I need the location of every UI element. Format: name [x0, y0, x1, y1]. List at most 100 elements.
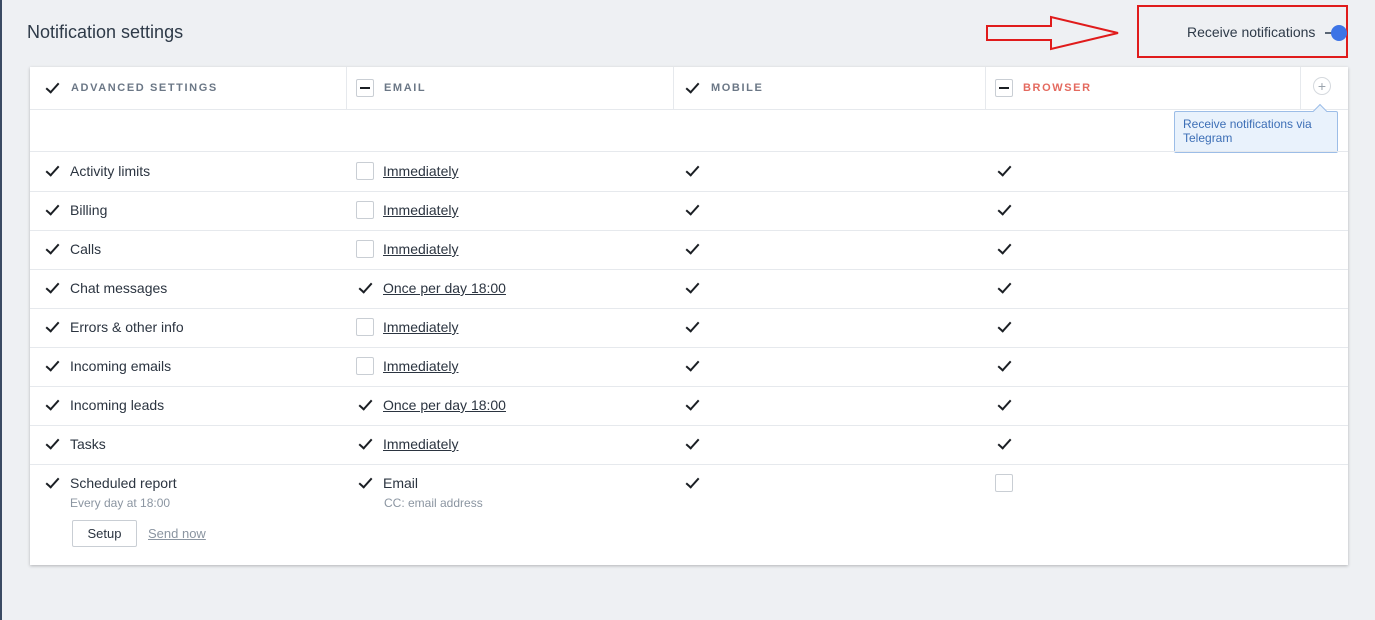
header-mobile-label: MOBILE [711, 82, 764, 94]
email-checkbox[interactable] [356, 201, 374, 219]
event-label: Incoming emails [70, 358, 172, 374]
toggle-knob [1331, 25, 1347, 41]
event-label: Incoming leads [70, 397, 165, 413]
event-enabled-checkbox[interactable] [43, 201, 61, 219]
event-enabled-checkbox[interactable] [43, 435, 61, 453]
email-all-checkbox[interactable] [356, 79, 374, 97]
event-enabled-checkbox[interactable] [43, 396, 61, 414]
email-frequency-link[interactable]: Immediately [383, 436, 458, 452]
browser-cell [995, 240, 1013, 258]
setup-button[interactable]: Setup [72, 520, 137, 547]
event-enabled-checkbox[interactable] [43, 162, 61, 180]
header-advanced: ADVANCED SETTINGS [43, 79, 218, 97]
mobile-cell [683, 240, 701, 258]
report-cell: Scheduled report [43, 474, 177, 492]
event-enabled-checkbox[interactable] [43, 318, 61, 336]
report-cc: CC: email address [384, 496, 483, 510]
browser-checkbox[interactable] [995, 162, 1013, 180]
event-enabled-checkbox[interactable] [43, 357, 61, 375]
add-channel-button[interactable]: + [1313, 77, 1331, 95]
mobile-checkbox[interactable] [683, 162, 701, 180]
browser-all-checkbox[interactable] [995, 79, 1013, 97]
event-cell: Billing [43, 201, 107, 219]
email-frequency-link[interactable]: Immediately [383, 241, 458, 257]
send-now-link[interactable]: Send now [148, 526, 206, 541]
event-cell: Calls [43, 240, 101, 258]
browser-checkbox[interactable] [995, 435, 1013, 453]
event-enabled-checkbox[interactable] [43, 279, 61, 297]
report-mobile-cell [683, 474, 701, 492]
column-divider [985, 67, 986, 109]
window-edge [0, 0, 2, 620]
browser-checkbox[interactable] [995, 318, 1013, 336]
table-row: Chat messages Once per day 18:00 [30, 269, 1348, 309]
event-cell: Incoming emails [43, 357, 171, 375]
email-checkbox[interactable] [356, 357, 374, 375]
email-frequency-link[interactable]: Immediately [383, 319, 458, 335]
table-row: Incoming leads Once per day 18:00 [30, 386, 1348, 426]
email-cell: Immediately [356, 240, 458, 258]
browser-cell [995, 396, 1013, 414]
mobile-checkbox[interactable] [683, 279, 701, 297]
browser-cell [995, 318, 1013, 336]
mobile-checkbox[interactable] [683, 240, 701, 258]
email-checkbox[interactable] [356, 240, 374, 258]
email-frequency-link[interactable]: Immediately [383, 358, 458, 374]
mobile-checkbox[interactable] [683, 357, 701, 375]
receive-notifications-label: Receive notifications [1187, 24, 1316, 40]
email-cell: Immediately [356, 318, 458, 336]
report-browser-checkbox[interactable] [995, 474, 1013, 492]
mobile-cell [683, 318, 701, 336]
email-cell: Immediately [356, 201, 458, 219]
table-row: Activity limits Immediately [30, 152, 1348, 192]
select-all-checkbox[interactable] [43, 79, 61, 97]
browser-checkbox[interactable] [995, 396, 1013, 414]
receive-notifications-toggle[interactable] [1325, 25, 1347, 41]
browser-checkbox[interactable] [995, 279, 1013, 297]
email-checkbox[interactable] [356, 435, 374, 453]
email-frequency-link[interactable]: Once per day 18:00 [383, 397, 506, 413]
header-email-label: EMAIL [384, 82, 427, 94]
report-mobile-checkbox[interactable] [683, 474, 701, 492]
table-header: ADVANCED SETTINGS EMAIL MOBILE BROWSER + [30, 67, 1348, 110]
email-checkbox[interactable] [356, 279, 374, 297]
report-email-checkbox[interactable] [356, 474, 374, 492]
event-cell: Errors & other info [43, 318, 184, 336]
email-checkbox[interactable] [356, 318, 374, 336]
table-row: Billing Immediately [30, 191, 1348, 231]
mobile-cell [683, 357, 701, 375]
event-label: Tasks [70, 436, 106, 452]
email-frequency-link[interactable]: Immediately [383, 163, 458, 179]
mobile-checkbox[interactable] [683, 435, 701, 453]
mobile-cell [683, 201, 701, 219]
report-email-label: Email [383, 475, 419, 491]
email-cell: Immediately [356, 357, 458, 375]
header-advanced-label: ADVANCED SETTINGS [71, 82, 218, 94]
email-frequency-link[interactable]: Immediately [383, 202, 458, 218]
email-checkbox[interactable] [356, 396, 374, 414]
mobile-checkbox[interactable] [683, 201, 701, 219]
mobile-cell [683, 396, 701, 414]
report-label: Scheduled report [70, 475, 177, 491]
column-divider [673, 67, 674, 109]
email-cell: Immediately [356, 435, 458, 453]
annotation-arrow [986, 15, 1119, 51]
receive-notifications-panel: Receive notifications [1137, 5, 1348, 58]
event-enabled-checkbox[interactable] [43, 240, 61, 258]
mobile-all-checkbox[interactable] [683, 79, 701, 97]
table-row: Calls Immediately [30, 230, 1348, 270]
event-label: Billing [70, 202, 108, 218]
email-frequency-link[interactable]: Once per day 18:00 [383, 280, 506, 296]
email-checkbox[interactable] [356, 162, 374, 180]
report-enabled-checkbox[interactable] [43, 474, 61, 492]
browser-cell [995, 435, 1013, 453]
notification-table: ADVANCED SETTINGS EMAIL MOBILE BROWSER +… [30, 67, 1348, 565]
table-row: Incoming emails Immediately [30, 347, 1348, 387]
mobile-checkbox[interactable] [683, 396, 701, 414]
browser-checkbox[interactable] [995, 357, 1013, 375]
table-row: Tasks Immediately [30, 425, 1348, 465]
browser-cell [995, 201, 1013, 219]
mobile-checkbox[interactable] [683, 318, 701, 336]
browser-checkbox[interactable] [995, 240, 1013, 258]
browser-checkbox[interactable] [995, 201, 1013, 219]
